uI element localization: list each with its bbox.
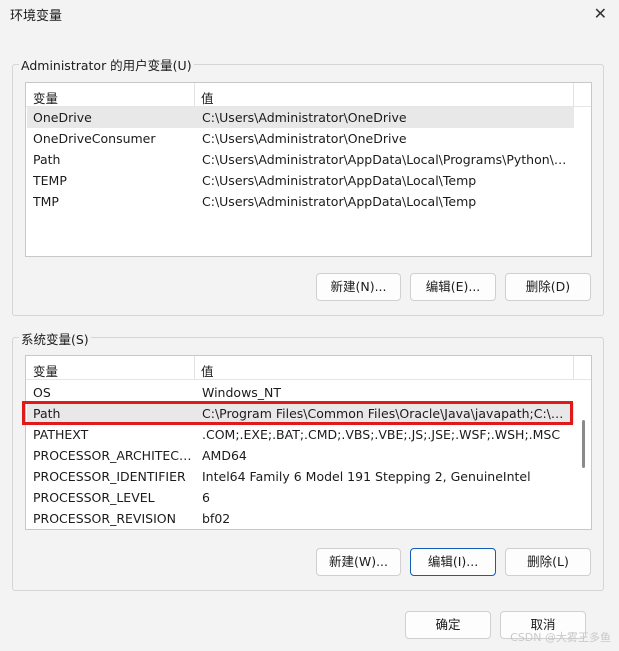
window-title: 环境变量	[10, 9, 63, 24]
variable-value: Intel64 Family 6 Model 191 Stepping 2, G…	[202, 469, 531, 484]
column-header-value[interactable]: 值	[201, 88, 214, 107]
variable-name: Path	[33, 152, 61, 167]
variable-name: PROCESSOR_REVISION	[33, 511, 176, 526]
variable-name: PROCESSOR_LEVEL	[33, 490, 155, 505]
variable-value: .COM;.EXE;.BAT;.CMD;.VBS;.VBE;.JS;.JSE;.…	[202, 427, 561, 442]
variable-name: OS	[33, 385, 51, 400]
table-row[interactable]: PATHEXT .COM;.EXE;.BAT;.CMD;.VBS;.VBE;.J…	[27, 424, 574, 445]
variable-name: PATHEXT	[33, 427, 89, 442]
column-header-variable[interactable]: 变量	[33, 361, 58, 380]
table-row[interactable]: OS Windows_NT	[27, 382, 574, 403]
variable-value: C:\Users\Administrator\OneDrive	[202, 110, 407, 125]
table-row[interactable]: PROCESSOR_ARCHITECT... AMD64	[27, 445, 574, 466]
system-new-button[interactable]: 新建(W)...	[316, 548, 401, 576]
user-edit-button[interactable]: 编辑(E)...	[410, 273, 496, 301]
variable-value: bf02	[202, 511, 231, 526]
variable-value: 6	[202, 490, 210, 505]
table-row[interactable]: PROCESSOR_LEVEL 6	[27, 487, 574, 508]
column-header-variable[interactable]: 变量	[33, 88, 58, 107]
table-row[interactable]: PROCESSOR_REVISION bf02	[27, 508, 574, 529]
variable-name: OneDriveConsumer	[33, 131, 156, 146]
variable-name: OneDrive	[33, 110, 92, 125]
user-variables-list[interactable]: 变量 值 OneDrive C:\Users\Administrator\One…	[25, 82, 592, 257]
variable-name: TEMP	[33, 173, 67, 188]
vertical-scrollbar[interactable]	[582, 420, 585, 468]
list-header: 变量 值	[26, 356, 591, 380]
path-highlight-box	[22, 401, 573, 425]
variable-value: Windows_NT	[202, 385, 282, 400]
variable-name: PROCESSOR_IDENTIFIER	[33, 469, 186, 484]
watermark: CSDN @大雾王多鱼	[510, 631, 611, 644]
table-row[interactable]: TMP C:\Users\Administrator\AppData\Local…	[27, 191, 574, 212]
user-new-button[interactable]: 新建(N)...	[316, 273, 401, 301]
user-variables-label: Administrator 的用户变量(U)	[19, 55, 194, 74]
system-edit-button[interactable]: 编辑(I)...	[410, 548, 496, 576]
variable-value: C:\Users\Administrator\AppData\Local\Tem…	[202, 194, 477, 209]
system-variables-label: 系统变量(S)	[19, 329, 91, 348]
list-header: 变量 值	[26, 83, 591, 107]
variable-value: C:\Users\Administrator\OneDrive	[202, 131, 407, 146]
system-delete-button[interactable]: 删除(L)	[505, 548, 591, 576]
variable-name: TMP	[33, 194, 59, 209]
column-header-value[interactable]: 值	[201, 361, 214, 380]
variable-name: PROCESSOR_ARCHITECT...	[33, 448, 193, 463]
table-row[interactable]: PROCESSOR_IDENTIFIER Intel64 Family 6 Mo…	[27, 466, 574, 487]
variable-value: C:\Users\Administrator\AppData\Local\Pro…	[202, 152, 570, 167]
table-row[interactable]: OneDrive C:\Users\Administrator\OneDrive	[27, 107, 574, 128]
title-bar: 环境变量 ✕	[0, 0, 619, 28]
variable-value: AMD64	[202, 448, 247, 463]
ok-button[interactable]: 确定	[405, 611, 491, 639]
system-variables-list[interactable]: 变量 值 OS Windows_NT Path C:\Program Files…	[25, 355, 592, 530]
table-row[interactable]: TEMP C:\Users\Administrator\AppData\Loca…	[27, 170, 574, 191]
user-delete-button[interactable]: 删除(D)	[505, 273, 591, 301]
close-icon[interactable]: ✕	[594, 4, 607, 23]
variable-value: C:\Users\Administrator\AppData\Local\Tem…	[202, 173, 477, 188]
table-row[interactable]: Path C:\Users\Administrator\AppData\Loca…	[27, 149, 574, 170]
table-row[interactable]: OneDriveConsumer C:\Users\Administrator\…	[27, 128, 574, 149]
